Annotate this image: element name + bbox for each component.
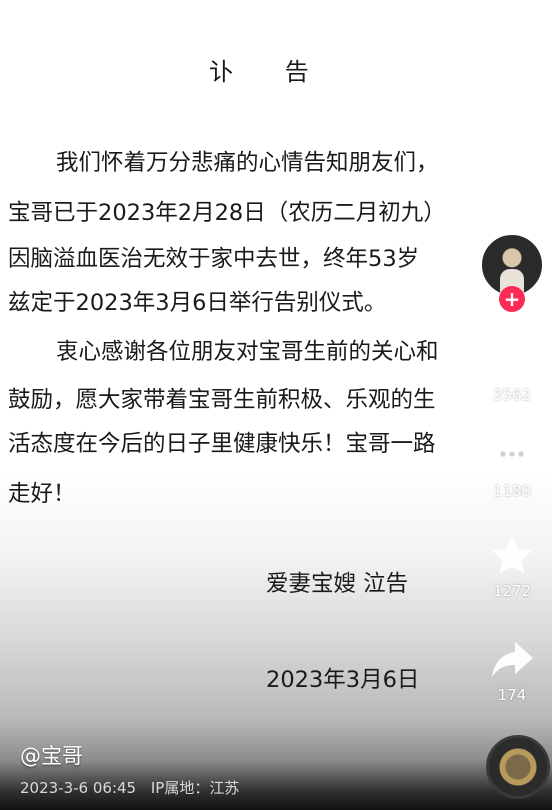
- notice-line: 衷心感谢各位朋友对宝哥生前的关心和: [56, 339, 439, 365]
- star-icon: [486, 532, 538, 580]
- author-name[interactable]: @宝哥: [20, 740, 83, 770]
- notice-date: 2023年3月6日: [266, 667, 420, 693]
- notice-line: 活态度在今后的日子里健康快乐！宝哥一路: [8, 431, 436, 457]
- like-button[interactable]: 3562: [486, 336, 538, 404]
- comment-button[interactable]: 1180: [486, 432, 538, 500]
- comment-bubble-icon: [486, 432, 538, 480]
- follow-button[interactable]: +: [499, 286, 525, 312]
- notice-line: 宝哥已于2023年2月28日（农历二月初九）: [8, 200, 446, 226]
- notice-line: 鼓励，愿大家带着宝哥生前积极、乐观的生: [8, 387, 436, 413]
- notice-line: 我们怀着万分悲痛的心情告知朋友们，: [56, 150, 439, 176]
- notice-signature: 爱妻宝嫂 泣告: [266, 571, 409, 597]
- share-button[interactable]: 174: [486, 636, 538, 704]
- heart-icon: [486, 336, 538, 384]
- notice-line: 因脑溢血医治无效于家中去世，终年53岁: [8, 246, 420, 272]
- notice-line: 走好！: [8, 481, 76, 507]
- ip-location: IP属地：江苏: [150, 779, 240, 797]
- comment-count: 1180: [492, 482, 532, 500]
- share-arrow-icon: [486, 636, 538, 684]
- like-count: 3562: [492, 386, 532, 404]
- notice-title: 讣 告: [209, 58, 331, 86]
- obituary-notice: 讣 告 我们怀着万分悲痛的心情告知朋友们， 宝哥已于2023年2月28日（农历二…: [0, 0, 552, 760]
- post-meta: 2023-3-6 06:45 IP属地：江苏: [20, 777, 249, 798]
- music-disc-icon[interactable]: [486, 735, 550, 799]
- video-frame[interactable]: 讣 告 我们怀着万分悲痛的心情告知朋友们， 宝哥已于2023年2月28日（农历二…: [0, 0, 552, 810]
- post-timestamp: 2023-3-6 06:45: [20, 779, 137, 797]
- share-count: 174: [497, 686, 527, 704]
- favorite-count: 1272: [492, 582, 532, 600]
- notice-line: 兹定于2023年3月6日举行告别仪式。: [8, 290, 387, 316]
- favorite-button[interactable]: 1272: [486, 532, 538, 600]
